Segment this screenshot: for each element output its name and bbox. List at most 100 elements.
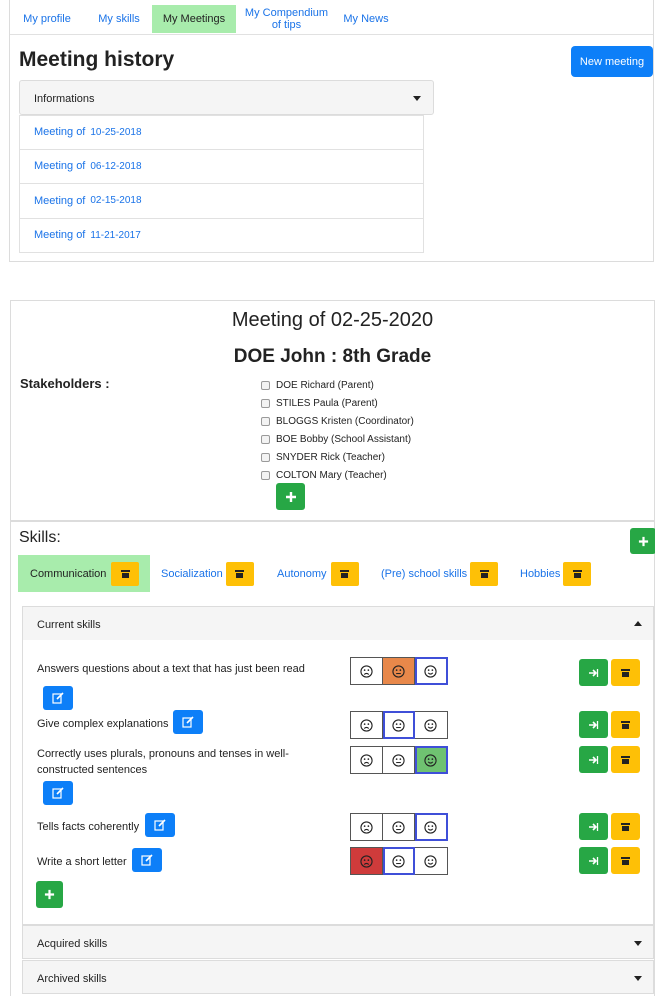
sad-face-icon xyxy=(360,664,373,678)
meeting-link-prefix: Meeting of xyxy=(34,229,86,242)
happy-face-icon xyxy=(424,718,438,732)
neutral-face-button[interactable] xyxy=(382,813,416,841)
move-to-acquired-button[interactable] xyxy=(579,813,608,840)
tab-my-meetings[interactable]: My Meetings xyxy=(152,5,236,33)
archive-skill-button[interactable] xyxy=(611,847,640,874)
stakeholder-checkbox[interactable] xyxy=(261,434,270,444)
meeting-link[interactable]: Meeting of 10-25-2018 xyxy=(19,115,424,150)
meeting-link[interactable]: Meeting of 06-12-2018 xyxy=(19,149,424,184)
tab-my-compendium[interactable]: My Compendium of tips xyxy=(239,5,334,33)
archive-skill-button[interactable] xyxy=(611,813,640,840)
archive-category-button[interactable] xyxy=(111,561,140,586)
new-meeting-button[interactable]: New meeting xyxy=(571,46,653,77)
chevron-down-icon xyxy=(634,941,642,946)
tab-my-profile[interactable]: My profile xyxy=(17,5,77,33)
stakeholder-checkbox[interactable] xyxy=(261,470,270,480)
edit-skill-button[interactable] xyxy=(173,710,203,734)
skill-rating xyxy=(350,746,448,774)
add-skill-button[interactable] xyxy=(36,881,63,908)
stakeholder-name: COLTON Mary (Teacher) xyxy=(276,469,387,481)
stakeholder-item[interactable]: SNYDER Rick (Teacher) xyxy=(261,448,414,466)
tab-pre-school-skills[interactable]: (Pre) school skills xyxy=(381,555,501,592)
archive-skill-button[interactable] xyxy=(611,746,640,773)
archived-skills-label: Archived skills xyxy=(37,973,107,985)
sign-out-icon xyxy=(589,720,599,729)
acquired-skills-header[interactable]: Acquired skills xyxy=(22,925,654,959)
archive-icon xyxy=(621,822,630,831)
sad-face-button[interactable] xyxy=(350,813,383,841)
edit-skill-button[interactable] xyxy=(43,781,73,805)
stakeholder-item[interactable]: DOE Richard (Parent) xyxy=(261,376,414,394)
archive-skill-button[interactable] xyxy=(611,659,640,686)
edit-skill-button[interactable] xyxy=(132,848,162,872)
add-stakeholder-button[interactable] xyxy=(276,483,305,510)
sad-face-button[interactable] xyxy=(350,657,383,685)
stakeholder-checkbox[interactable] xyxy=(261,416,270,426)
happy-face-button[interactable] xyxy=(415,746,448,774)
stakeholder-checkbox[interactable] xyxy=(261,452,270,462)
sad-face-button[interactable] xyxy=(350,711,383,739)
archive-category-button[interactable] xyxy=(330,561,359,586)
tab-pre-school-skills-label: (Pre) school skills xyxy=(381,567,468,580)
move-to-acquired-button[interactable] xyxy=(579,847,608,874)
sad-face-button[interactable] xyxy=(350,746,383,774)
stakeholder-name: DOE Richard (Parent) xyxy=(276,379,374,391)
skills-label: Skills: xyxy=(19,529,61,546)
current-skills-header[interactable]: Current skills xyxy=(22,606,654,641)
sign-out-icon xyxy=(589,856,599,865)
tab-hobbies[interactable]: Hobbies xyxy=(520,555,605,592)
stakeholder-name: SNYDER Rick (Teacher) xyxy=(276,451,385,463)
sad-face-icon xyxy=(360,753,373,767)
tab-my-skills[interactable]: My skills xyxy=(89,5,149,33)
neutral-face-icon xyxy=(392,854,405,868)
add-skill-category-button[interactable] xyxy=(630,528,655,554)
happy-face-button[interactable] xyxy=(415,657,448,685)
stakeholder-checkbox[interactable] xyxy=(261,398,270,408)
skill-actions xyxy=(579,847,640,874)
stakeholder-item[interactable]: BOE Bobby (School Assistant) xyxy=(261,430,414,448)
archive-category-button[interactable] xyxy=(225,561,254,586)
informations-dropdown[interactable]: Informations xyxy=(19,80,434,115)
happy-face-button[interactable] xyxy=(415,711,448,739)
tab-autonomy[interactable]: Autonomy xyxy=(277,555,367,592)
informations-dropdown-label: Informations xyxy=(34,93,95,105)
archived-skills-header[interactable]: Archived skills xyxy=(22,960,654,994)
meeting-details-panel: Meeting of 02-25-2020 DOE John : 8th Gra… xyxy=(10,300,655,520)
archive-category-button[interactable] xyxy=(563,561,592,586)
neutral-face-button[interactable] xyxy=(382,657,416,685)
meeting-list: Meeting of 10-25-2018 Meeting of 06-12-201… xyxy=(19,115,424,253)
happy-face-button[interactable] xyxy=(415,813,448,841)
chevron-down-icon xyxy=(413,96,421,101)
chevron-down-icon xyxy=(634,976,642,981)
move-to-acquired-button[interactable] xyxy=(579,659,608,686)
meeting-link-prefix: Meeting of xyxy=(34,194,86,207)
move-to-acquired-button[interactable] xyxy=(579,711,608,738)
stakeholder-item[interactable]: BLOGGS Kristen (Coordinator) xyxy=(261,412,414,430)
archive-category-button[interactable] xyxy=(470,561,499,586)
page-title: Meeting history xyxy=(19,48,175,71)
stakeholder-item[interactable]: STILES Paula (Parent) xyxy=(261,394,414,412)
neutral-face-button[interactable] xyxy=(382,711,416,739)
edit-icon xyxy=(141,854,153,866)
sad-face-button[interactable] xyxy=(350,847,383,875)
stakeholder-checkbox[interactable] xyxy=(261,380,270,390)
happy-face-button[interactable] xyxy=(415,847,448,875)
meeting-link-prefix: Meeting of xyxy=(34,126,86,139)
neutral-face-button[interactable] xyxy=(382,746,416,774)
edit-skill-button[interactable] xyxy=(43,686,73,710)
tab-socialization[interactable]: Socialization xyxy=(161,555,261,592)
tab-communication[interactable]: Communication xyxy=(18,555,150,592)
skill-rating xyxy=(350,711,448,739)
archive-skill-button[interactable] xyxy=(611,711,640,738)
plus-icon xyxy=(638,536,648,546)
stakeholder-item[interactable]: COLTON Mary (Teacher) xyxy=(261,466,414,484)
current-skills-label: Current skills xyxy=(37,619,101,631)
tab-my-news[interactable]: My News xyxy=(336,5,396,33)
meeting-link[interactable]: Meeting of 02-15-2018 xyxy=(19,184,424,219)
skill-rating xyxy=(350,657,448,685)
neutral-face-button[interactable] xyxy=(382,847,416,875)
meeting-history-panel: My profile My skills My Meetings My Comp… xyxy=(9,0,654,262)
edit-skill-button[interactable] xyxy=(145,813,175,837)
meeting-link[interactable]: Meeting of 11-21-2017 xyxy=(19,218,424,253)
move-to-acquired-button[interactable] xyxy=(579,746,608,773)
